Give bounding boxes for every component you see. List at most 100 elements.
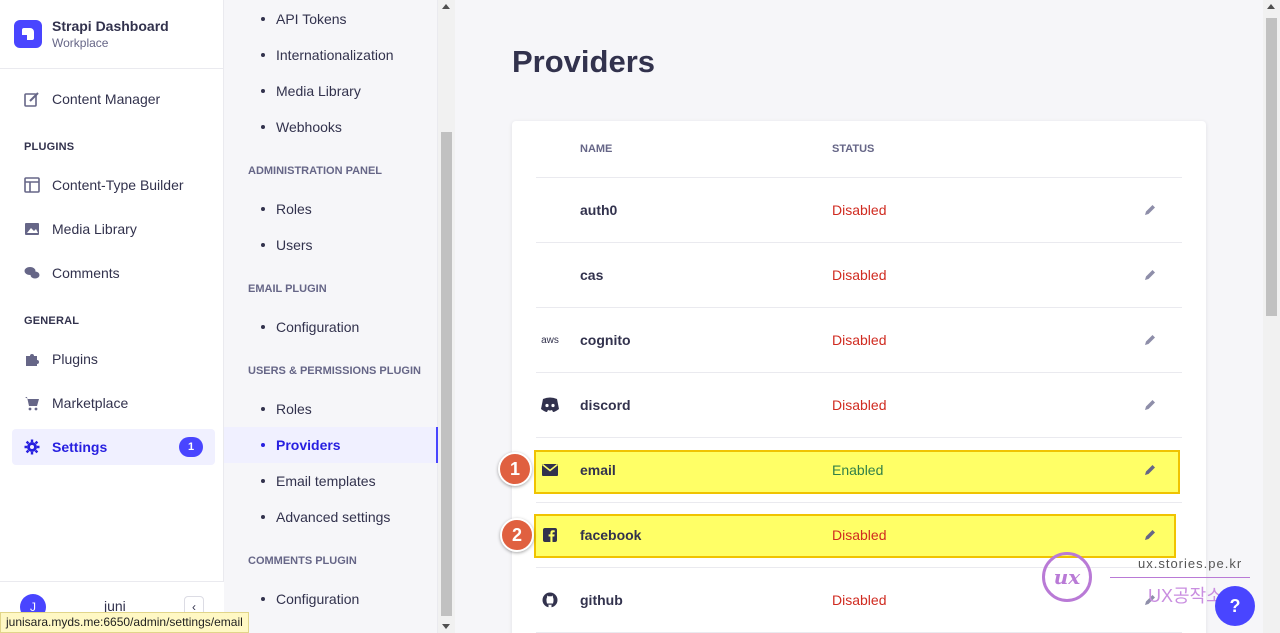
subnav-item-providers[interactable]: Providers	[224, 427, 438, 463]
envelope-icon	[540, 460, 560, 480]
table-row[interactable]: email Enabled	[536, 437, 1182, 502]
provider-status: Disabled	[832, 527, 887, 543]
pencil-square-icon	[24, 91, 40, 107]
annotation-marker-2: 2	[500, 518, 534, 552]
brand-subtitle: Workplace	[52, 36, 109, 50]
table-row[interactable]: auth0 Disabled	[536, 177, 1182, 242]
subnav-label: Roles	[276, 201, 312, 217]
pencil-icon[interactable]	[1140, 460, 1160, 480]
subnav-label: Configuration	[276, 319, 360, 335]
watermark-brand: UX공작소	[1148, 586, 1223, 606]
subnav-item-api-tokens[interactable]: API Tokens	[224, 1, 438, 37]
column-header-name: NAME	[580, 143, 613, 155]
main-content: Providers NAME STATUS auth0 Disabled cas…	[455, 0, 1263, 633]
watermark-divider	[1110, 577, 1250, 578]
main-scrollbar[interactable]	[1263, 0, 1280, 633]
subnav-label: Providers	[276, 437, 341, 453]
provider-name: email	[580, 462, 616, 478]
subnav-label: Advanced settings	[276, 509, 391, 525]
scroll-down-arrow-icon[interactable]	[442, 624, 450, 629]
subnav-label: Email templates	[276, 473, 376, 489]
table-row[interactable]: discord Disabled	[536, 372, 1182, 437]
subnav-label: Webhooks	[276, 119, 342, 135]
nav-content-manager[interactable]: Content Manager	[12, 81, 215, 117]
pencil-icon[interactable]	[1140, 395, 1160, 415]
provider-name: facebook	[580, 527, 642, 543]
ux-logo-icon: ux	[1042, 552, 1092, 602]
subnav-section-users-permissions: USERS & PERMISSIONS PLUGIN	[248, 365, 421, 377]
subnav-label: Internationalization	[276, 47, 394, 63]
nav-content-type-builder[interactable]: Content-Type Builder	[12, 167, 215, 203]
nav-plugins[interactable]: Plugins	[12, 341, 215, 377]
provider-name: cas	[580, 267, 604, 283]
watermark-url: ux.stories.pe.kr	[1138, 556, 1243, 571]
nav-label: Content-Type Builder	[52, 177, 184, 193]
discord-icon	[540, 395, 560, 415]
table-row[interactable]: aws cognito Disabled	[536, 307, 1182, 372]
provider-status: Enabled	[832, 462, 884, 478]
provider-name: discord	[580, 397, 631, 413]
table-row[interactable]: cas Disabled	[536, 242, 1182, 307]
provider-status: Disabled	[832, 267, 887, 283]
layout-icon	[24, 177, 40, 193]
subnav-label: API Tokens	[276, 11, 347, 27]
nav-section-plugins: PLUGINS	[24, 141, 75, 153]
help-button[interactable]: ?	[1215, 586, 1255, 626]
brand-title: Strapi Dashboard	[52, 18, 169, 34]
subnav-item-webhooks[interactable]: Webhooks	[224, 109, 438, 145]
subnav-item-users[interactable]: Users	[224, 227, 438, 263]
subnav-item-internationalization[interactable]: Internationalization	[224, 37, 438, 73]
subnav-label: Media Library	[276, 83, 361, 99]
provider-status: Disabled	[832, 397, 887, 413]
nav-settings[interactable]: Settings 1	[12, 429, 215, 465]
subnav-label: Configuration	[276, 591, 360, 607]
nav-label: Settings	[52, 439, 108, 455]
subnav-item-up-roles[interactable]: Roles	[224, 391, 438, 427]
subnav-item-email-templates[interactable]: Email templates	[224, 463, 438, 499]
main-nav: Strapi Dashboard Workplace Content Manag…	[0, 0, 224, 633]
scroll-up-arrow-icon[interactable]	[1267, 4, 1275, 9]
subnav-scrollbar[interactable]	[438, 0, 455, 633]
provider-status: Disabled	[832, 592, 887, 608]
subnav-section-email-plugin: EMAIL PLUGIN	[248, 283, 327, 295]
pencil-icon[interactable]	[1140, 200, 1160, 220]
subnav-item-comments-configuration[interactable]: Configuration	[224, 581, 438, 617]
pencil-icon[interactable]	[1140, 330, 1160, 350]
subnav-item-email-configuration[interactable]: Configuration	[224, 309, 438, 345]
subnav-label: Roles	[276, 401, 312, 417]
subnav-section-administration: ADMINISTRATION PANEL	[248, 165, 383, 177]
facebook-icon	[540, 525, 560, 545]
nav-marketplace[interactable]: Marketplace	[12, 385, 215, 421]
nav-label: Marketplace	[52, 395, 129, 411]
browser-status-url: junisara.myds.me:6650/admin/settings/ema…	[0, 612, 249, 633]
provider-status: Disabled	[832, 332, 887, 348]
nav-label: Comments	[52, 265, 120, 281]
pencil-icon[interactable]	[1140, 265, 1160, 285]
github-icon	[540, 590, 560, 610]
pencil-icon[interactable]	[1140, 525, 1160, 545]
subnav-item-advanced-settings[interactable]: Advanced settings	[224, 499, 438, 535]
gear-icon	[24, 439, 40, 455]
image-icon	[24, 221, 40, 237]
brand[interactable]: Strapi Dashboard Workplace	[0, 0, 223, 69]
subnav-item-media-library[interactable]: Media Library	[224, 73, 438, 109]
nav-label: Media Library	[52, 221, 137, 237]
subnav-label: Users	[276, 237, 313, 253]
nav-media-library[interactable]: Media Library	[12, 211, 215, 247]
scrollbar-thumb[interactable]	[441, 132, 452, 616]
chat-bubbles-icon	[24, 265, 40, 281]
scroll-up-arrow-icon[interactable]	[442, 4, 450, 9]
nav-comments[interactable]: Comments	[12, 255, 215, 291]
scrollbar-thumb[interactable]	[1266, 18, 1277, 316]
nav-section-general: GENERAL	[24, 315, 80, 327]
provider-name: auth0	[580, 202, 618, 218]
nav-label: Plugins	[52, 351, 98, 367]
aws-icon: aws	[541, 334, 559, 346]
puzzle-icon	[24, 351, 40, 367]
subnav-item-roles[interactable]: Roles	[224, 191, 438, 227]
provider-name: cognito	[580, 332, 631, 348]
provider-status: Disabled	[832, 202, 887, 218]
settings-badge: 1	[179, 437, 203, 457]
cart-icon	[24, 395, 40, 411]
provider-name: github	[580, 592, 623, 608]
